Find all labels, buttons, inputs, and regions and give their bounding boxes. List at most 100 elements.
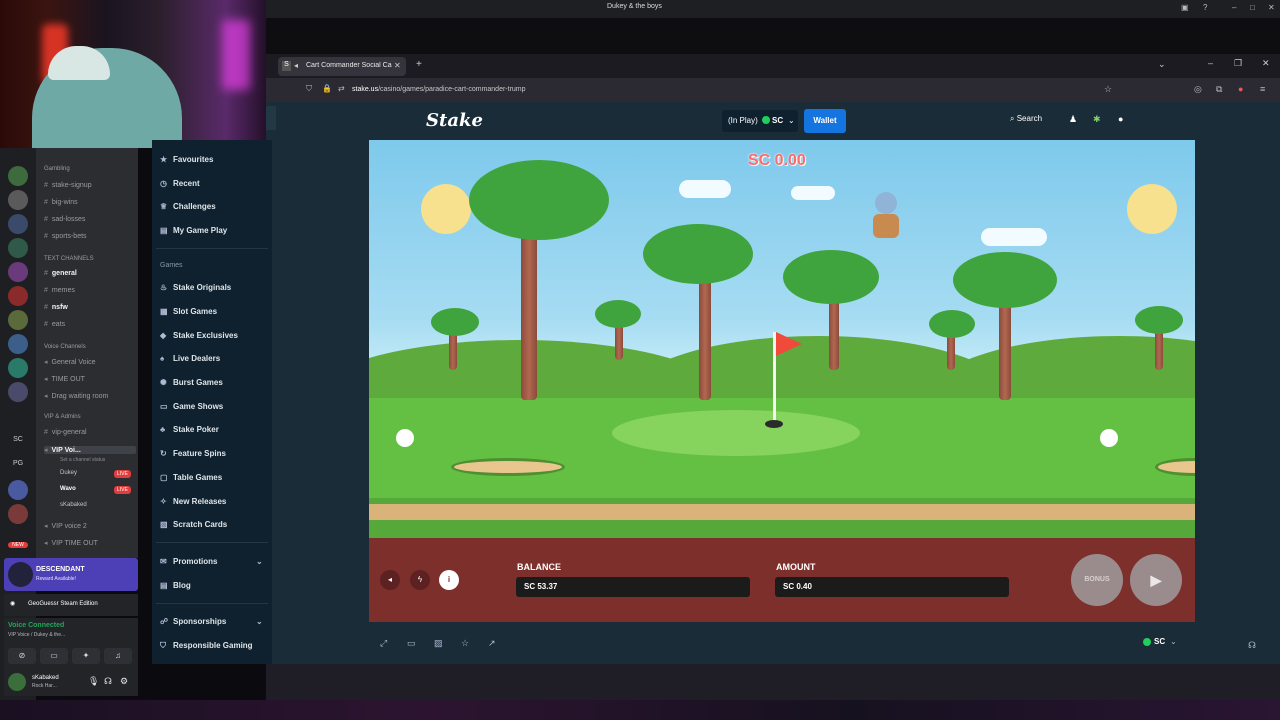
account-icon[interactable]: ◎ (1194, 84, 1202, 95)
currency-selector[interactable]: (In Play) SC ⌄ (722, 110, 798, 132)
url-text[interactable]: stake.us/casino/games/paradice-cart-comm… (352, 86, 526, 93)
support-headset-icon[interactable]: ☊ (1248, 640, 1256, 651)
tab-close-icon[interactable]: ✕ (394, 61, 401, 70)
minimize-icon[interactable]: – (1208, 58, 1213, 68)
close-icon[interactable]: ✕ (1262, 58, 1270, 69)
restore-icon[interactable]: ❐ (1234, 58, 1242, 69)
server-icon[interactable] (8, 190, 28, 210)
channel-vip-general[interactable]: # vip-general (44, 429, 87, 436)
user-icon[interactable]: ♟ (1069, 114, 1077, 125)
promo-banner[interactable]: DESCENDANT Reward Available! (4, 558, 138, 591)
nav-stake-originals[interactable]: ♨ Stake Originals (160, 283, 231, 292)
channel-sad-losses[interactable]: # sad-losses (44, 216, 85, 223)
voice-vip-2[interactable]: ◂ VIP voice 2 (44, 522, 87, 530)
channel-big-wins[interactable]: # big-wins (44, 199, 78, 206)
stats-icon[interactable]: ▨ (434, 638, 443, 649)
permissions-icon[interactable]: ⇄ (338, 84, 345, 93)
new-tab-icon[interactable]: + (416, 59, 422, 70)
nav-my-game-play[interactable]: ▤ My Game Play (160, 226, 227, 235)
camera-off-icon[interactable]: ⊘ (8, 648, 36, 664)
lock-icon[interactable]: 🔒 (322, 84, 332, 93)
nav-stake-poker[interactable]: ♣ Stake Poker (160, 425, 219, 434)
voice-vip-active[interactable]: ◂ VIP Voi... (44, 446, 136, 454)
nav-burst-games[interactable]: ✺ Burst Games (160, 378, 223, 387)
inbox-icon[interactable]: ▣ (1181, 3, 1189, 12)
voice-time-out[interactable]: ◂ TIME OUT (44, 375, 85, 383)
tab-active[interactable]: S ◂ Cart Commander Social Ca ✕ (278, 57, 406, 76)
share-icon[interactable]: ↗ (488, 638, 496, 649)
play-button[interactable]: ▶ (1130, 554, 1182, 606)
extension-icon[interactable]: ● (1238, 84, 1243, 94)
server-icon[interactable] (8, 358, 28, 378)
category-gambling[interactable]: Gambling (44, 166, 70, 172)
server-icon[interactable] (8, 238, 28, 258)
footer-currency[interactable]: SC (1154, 637, 1165, 646)
server-pg[interactable]: PG (8, 460, 28, 467)
server-icon[interactable] (8, 166, 28, 186)
server-icon[interactable] (8, 480, 28, 500)
nav-stake-exclusives[interactable]: ◆ Stake Exclusives (160, 331, 238, 340)
voice-vip-time-out[interactable]: ◂ VIP TIME OUT (44, 539, 98, 547)
wallet-button[interactable]: Wallet (804, 109, 846, 133)
nav-favourites[interactable]: ★ Favourites (160, 155, 213, 164)
favourite-star-icon[interactable]: ☆ (461, 638, 469, 649)
shield-icon[interactable]: ⛉ (306, 84, 312, 94)
screen-share-icon[interactable]: ▭ (40, 648, 68, 664)
turbo-icon[interactable]: ϟ (410, 570, 430, 590)
nav-challenges[interactable]: ♕ Challenges (160, 202, 216, 211)
settings-icon[interactable]: ⚙ (120, 676, 128, 687)
nav-slot-games[interactable]: ▦ Slot Games (160, 307, 217, 316)
speaker-icon[interactable]: ◂ (294, 61, 298, 70)
category-vip[interactable]: VIP & Admins (44, 414, 81, 420)
game-canvas[interactable] (369, 140, 1195, 538)
nav-responsible-gaming[interactable]: ⛉ Responsible Gaming (160, 641, 253, 651)
channel-general[interactable]: # general (44, 270, 77, 277)
activity-icon[interactable]: ✦ (72, 648, 100, 664)
server-sc[interactable]: SC (8, 436, 28, 443)
voice-channel-sub[interactable]: VIP Voice / Dukey & the... (8, 632, 65, 638)
voice-drag-waiting[interactable]: ◂ Drag waiting room (44, 392, 108, 400)
nav-blog[interactable]: ▤ Blog (160, 581, 191, 590)
voice-user-wavo[interactable]: Wavo (60, 486, 76, 492)
nav-promotions[interactable]: ✉ Promotions ⌄ (160, 557, 263, 566)
theatre-icon[interactable]: ▭ (407, 638, 416, 649)
maximize-icon[interactable]: □ (1250, 3, 1255, 12)
nav-table-games[interactable]: ▢ Table Games (160, 473, 222, 482)
stake-logo[interactable]: Stake (426, 110, 483, 131)
headset-icon[interactable]: ☊ (104, 676, 112, 687)
server-icon[interactable] (8, 334, 28, 354)
close-icon[interactable]: ✕ (1268, 3, 1275, 12)
voice-user-dukey[interactable]: Dukey (60, 470, 77, 476)
nav-feature-spins[interactable]: ↻ Feature Spins (160, 449, 226, 458)
amount-input[interactable]: SC 0.40 (775, 577, 1009, 597)
server-icon[interactable] (8, 504, 28, 524)
sidebar-toggle[interactable] (266, 106, 276, 130)
help-icon[interactable]: ? (1203, 3, 1207, 12)
channel-stake-signup[interactable]: # stake-signup (44, 182, 92, 189)
channel-nsfw[interactable]: # nsfw (44, 304, 68, 311)
category-voice[interactable]: Voice Channels (44, 344, 86, 350)
extensions-icon[interactable]: ⧉ (1216, 84, 1222, 95)
voice-general[interactable]: ◂ General Voice (44, 358, 96, 366)
avatar[interactable] (8, 673, 26, 691)
nav-sponsorships[interactable]: ☍ Sponsorships ⌄ (160, 617, 263, 626)
server-icon[interactable] (8, 286, 28, 306)
minimize-icon[interactable]: – (1232, 3, 1236, 12)
notifications-icon[interactable]: ✱ (1093, 114, 1101, 125)
nav-scratch-cards[interactable]: ▧ Scratch Cards (160, 520, 227, 529)
channel-status[interactable]: Set a channel status (60, 457, 105, 463)
bonus-button[interactable]: BONUS (1071, 554, 1123, 606)
nav-live-dealers[interactable]: ♠ Live Dealers (160, 354, 220, 363)
nav-recent[interactable]: ◷ Recent (160, 179, 200, 188)
server-icon[interactable] (8, 262, 28, 282)
menu-icon[interactable]: ≡ (1260, 84, 1265, 94)
voice-user-skabaked[interactable]: sKabaked (60, 502, 87, 508)
activity-bar[interactable]: ◉ GeoGuessr Steam Edition (4, 594, 138, 616)
mic-icon[interactable]: 🎙 (88, 676, 99, 687)
search-button[interactable]: ⌕ Search (1010, 114, 1042, 124)
bookmark-star-icon[interactable]: ☆ (1104, 84, 1112, 95)
channel-memes[interactable]: # memes (44, 287, 75, 294)
sound-icon[interactable]: ◂ (380, 570, 400, 590)
chat-icon[interactable]: ● (1118, 114, 1123, 124)
channel-eats[interactable]: # eats (44, 321, 65, 328)
